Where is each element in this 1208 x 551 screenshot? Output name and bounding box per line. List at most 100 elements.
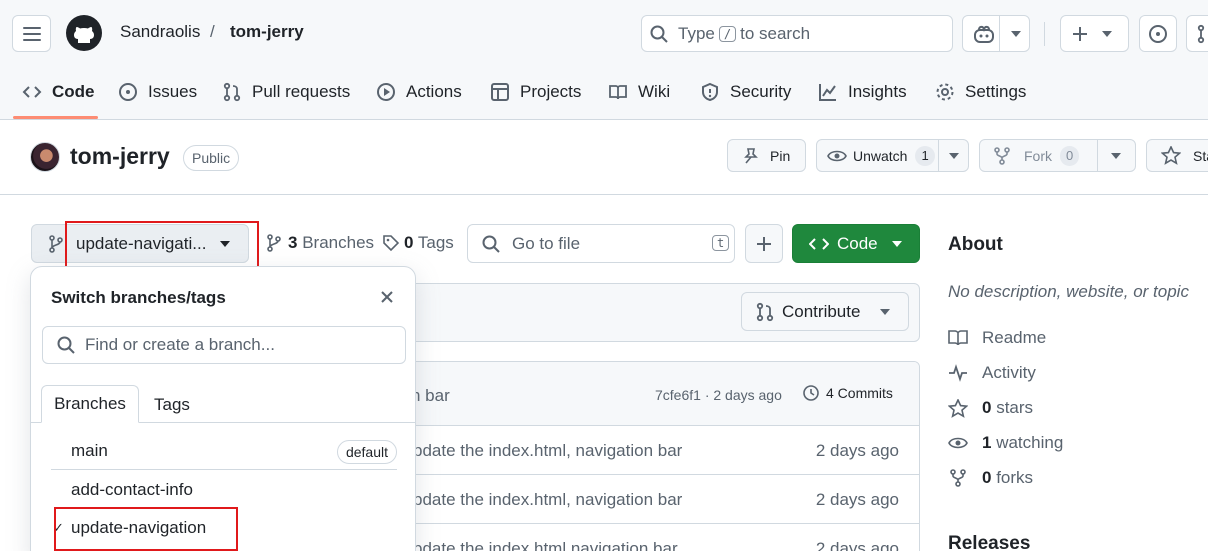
branch-name: main: [71, 441, 108, 460]
forks-link[interactable]: 0 forks: [948, 468, 1033, 488]
fork-count: 0: [1060, 145, 1080, 166]
popover-title: Switch branches/tags: [51, 288, 226, 307]
unwatch-label: Unwatch: [853, 147, 908, 164]
tab-pull-requests[interactable]: Pull requests: [222, 78, 350, 106]
fork-icon: [994, 146, 1010, 165]
chevron-down-icon: [880, 308, 891, 315]
contribute-button[interactable]: Contribute: [741, 292, 909, 331]
branch-select-button[interactable]: update-navigati...: [31, 224, 249, 263]
branch-item-main[interactable]: main default: [51, 433, 397, 469]
tab-pull-requests-label: Pull requests: [252, 82, 351, 101]
go-to-file-input[interactable]: Go to file t: [467, 224, 735, 263]
row-commit-age: 2 days ago: [815, 539, 899, 551]
tab-actions[interactable]: Actions: [376, 78, 462, 106]
pin-label: Pin: [770, 147, 791, 164]
check-icon: ✓: [53, 520, 64, 535]
watching-link[interactable]: 1 watching: [948, 433, 1063, 453]
table-row[interactable]: pdate the index.html, navigation bar 2 d…: [401, 475, 919, 524]
tab-security[interactable]: Security: [700, 78, 791, 106]
stars-link[interactable]: 0 stars: [948, 398, 1033, 418]
latest-commit-sha[interactable]: 7cfe6f1 · 2 days ago: [655, 387, 782, 403]
star-label: Sta: [1193, 147, 1208, 164]
global-search-input[interactable]: Type / to search: [641, 15, 953, 52]
commits-link[interactable]: 4 Commits: [802, 384, 893, 402]
star-icon: [1161, 146, 1181, 165]
pin-button[interactable]: Pin: [727, 139, 806, 172]
latest-commit-bar: n bar 7cfe6f1 · 2 days ago 4 Commits: [401, 362, 919, 426]
fork-icon: [950, 469, 966, 487]
branch-name: update-navigation: [71, 518, 207, 537]
tab-projects[interactable]: Projects: [490, 78, 581, 106]
go-to-file-shortcut: t: [712, 235, 730, 251]
code-button[interactable]: Code: [792, 224, 920, 263]
releases-heading[interactable]: Releases: [948, 533, 1030, 551]
tab-settings-label: Settings: [965, 82, 1027, 101]
add-file-button[interactable]: [745, 224, 783, 263]
branch-divider: [51, 469, 397, 470]
branch-filter-input[interactable]: Find or create a branch...: [42, 326, 406, 364]
tab-projects-label: Projects: [520, 82, 582, 101]
tab-actions-label: Actions: [406, 82, 462, 101]
fork-button[interactable]: Fork 0: [979, 139, 1136, 172]
table-row[interactable]: pdate the index.html navigation bar 2 da…: [401, 524, 919, 551]
chevron-down-icon: [949, 153, 959, 159]
tab-code[interactable]: Code: [22, 78, 95, 106]
shield-icon: [702, 82, 718, 102]
chevron-down-icon: [220, 241, 230, 247]
search-icon: [482, 235, 500, 253]
unwatch-button[interactable]: Unwatch 1: [816, 139, 969, 172]
tag-icon: [383, 235, 400, 252]
default-badge: default: [336, 440, 397, 464]
row-commit-message[interactable]: pdate the index.html, navigation bar: [413, 490, 682, 510]
close-button[interactable]: [377, 287, 397, 307]
github-logo-icon[interactable]: [66, 15, 102, 51]
chevron-down-icon: [891, 240, 902, 247]
about-description: No description, website, or topic: [948, 282, 1189, 301]
search-icon: [650, 25, 668, 43]
tab-issues[interactable]: Issues: [118, 78, 197, 106]
issue-icon: [119, 83, 137, 101]
history-icon: [803, 385, 819, 401]
latest-commit-message[interactable]: n bar: [411, 386, 450, 406]
forks-count: 0: [982, 468, 992, 487]
gear-icon: [936, 83, 954, 101]
activity-link[interactable]: Activity: [948, 363, 1036, 383]
tags-label: Tags: [417, 233, 454, 252]
tab-insights[interactable]: Insights: [818, 78, 907, 106]
breadcrumb-repo[interactable]: tom-jerry: [230, 22, 304, 42]
graph-icon: [819, 84, 836, 101]
row-commit-message[interactable]: pdate the index.html navigation bar: [413, 539, 678, 551]
breadcrumb-owner[interactable]: Sandraolis: [120, 22, 200, 42]
watching-label: watching: [996, 433, 1064, 452]
branch-filter-placeholder: Find or create a branch...: [85, 335, 275, 354]
branch-item-update-navigation[interactable]: ✓ update-navigation: [51, 510, 397, 546]
eye-icon: [948, 437, 968, 449]
owner-avatar[interactable]: [30, 142, 60, 172]
tab-wiki[interactable]: Wiki: [608, 78, 670, 106]
tab-branches[interactable]: Branches: [41, 385, 139, 423]
branch-select-label: update-navigati...: [76, 233, 207, 253]
tags-link[interactable]: 0 Tags: [382, 233, 454, 253]
tags-count: 0: [404, 233, 414, 252]
row-commit-message[interactable]: pdate the index.html, navigation bar: [413, 441, 682, 461]
tab-code-label: Code: [52, 82, 95, 101]
branches-link[interactable]: 3 Branches: [266, 233, 374, 253]
pull-requests-button[interactable]: [1186, 15, 1208, 52]
tab-settings[interactable]: Settings: [935, 78, 1026, 106]
create-new-button[interactable]: [1060, 15, 1129, 52]
copilot-button[interactable]: [962, 15, 1030, 52]
tab-tags[interactable]: Tags: [154, 395, 190, 415]
table-row[interactable]: pdate the index.html, navigation bar 2 d…: [401, 426, 919, 475]
branches-label: Branches: [302, 233, 375, 252]
menu-button[interactable]: [12, 15, 51, 52]
tab-issues-label: Issues: [148, 82, 198, 101]
code-icon: [22, 86, 42, 98]
star-icon: [948, 398, 968, 418]
branch-item-add-contact-info[interactable]: add-contact-info: [51, 472, 397, 508]
watch-count: 1: [915, 145, 935, 166]
repo-title[interactable]: tom-jerry: [70, 143, 170, 170]
star-button[interactable]: Sta: [1146, 139, 1208, 172]
readme-link[interactable]: Readme: [948, 328, 1046, 348]
global-header: Sandraolis / tom-jerry Type / to search …: [0, 0, 1208, 120]
issues-button[interactable]: [1139, 15, 1177, 52]
